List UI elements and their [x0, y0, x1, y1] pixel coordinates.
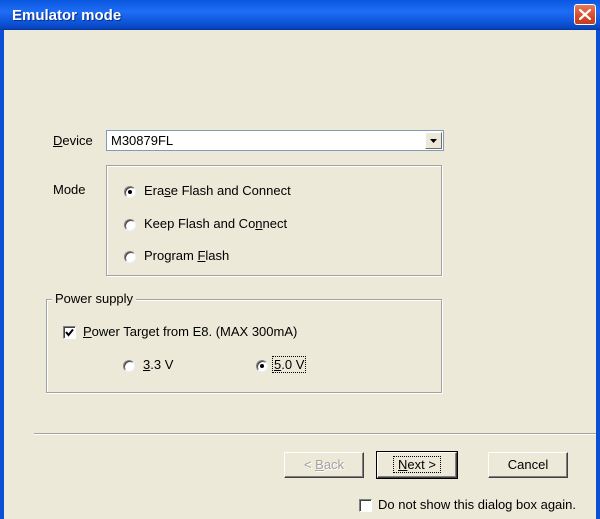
device-combobox[interactable]: M30879FL	[106, 130, 444, 151]
back-button[interactable]: < Back	[284, 452, 364, 478]
window-frame-left	[0, 30, 4, 519]
voltage-3-3v-label: 3.3 V	[143, 357, 174, 372]
next-button[interactable]: Next >	[376, 451, 458, 479]
close-button[interactable]	[574, 4, 596, 25]
dont-show-again-label: Do not show this dialog box again.	[378, 497, 577, 512]
mode-option-program-flash-label: Program Flash	[144, 248, 230, 263]
power-target-checkbox[interactable]	[63, 326, 76, 339]
power-supply-legend: Power supply	[52, 291, 137, 306]
cancel-button[interactable]: Cancel	[488, 452, 568, 478]
power-supply-group	[46, 299, 442, 393]
device-value: M30879FL	[111, 133, 174, 148]
voltage-5-0v-label: 5.0 V	[272, 356, 307, 373]
device-label: Device	[53, 133, 93, 148]
chevron-down-icon	[430, 139, 437, 143]
mode-option-keep-flash-label: Keep Flash and Connect	[144, 216, 288, 231]
voltage-radio-3-3v[interactable]	[123, 360, 135, 372]
mode-radio-erase-flash[interactable]	[124, 186, 136, 198]
window-title: Emulator mode	[12, 7, 122, 24]
mode-label: Mode	[53, 182, 86, 197]
dont-show-again-checkbox[interactable]	[359, 499, 372, 512]
window-frame-right	[596, 30, 600, 519]
dialog-separator	[34, 433, 596, 435]
mode-radio-program-flash[interactable]	[124, 251, 136, 263]
voltage-radio-5-0v[interactable]	[256, 360, 268, 372]
power-target-label: Power Target from E8. (MAX 300mA)	[83, 324, 298, 339]
mode-radio-keep-flash[interactable]	[124, 219, 136, 231]
close-icon	[579, 9, 591, 20]
mode-option-erase-flash-label: Erase Flash and Connect	[144, 183, 291, 198]
title-bar: Emulator mode	[0, 0, 600, 30]
checkmark-icon	[65, 328, 74, 337]
device-dropdown-button[interactable]	[425, 132, 442, 149]
